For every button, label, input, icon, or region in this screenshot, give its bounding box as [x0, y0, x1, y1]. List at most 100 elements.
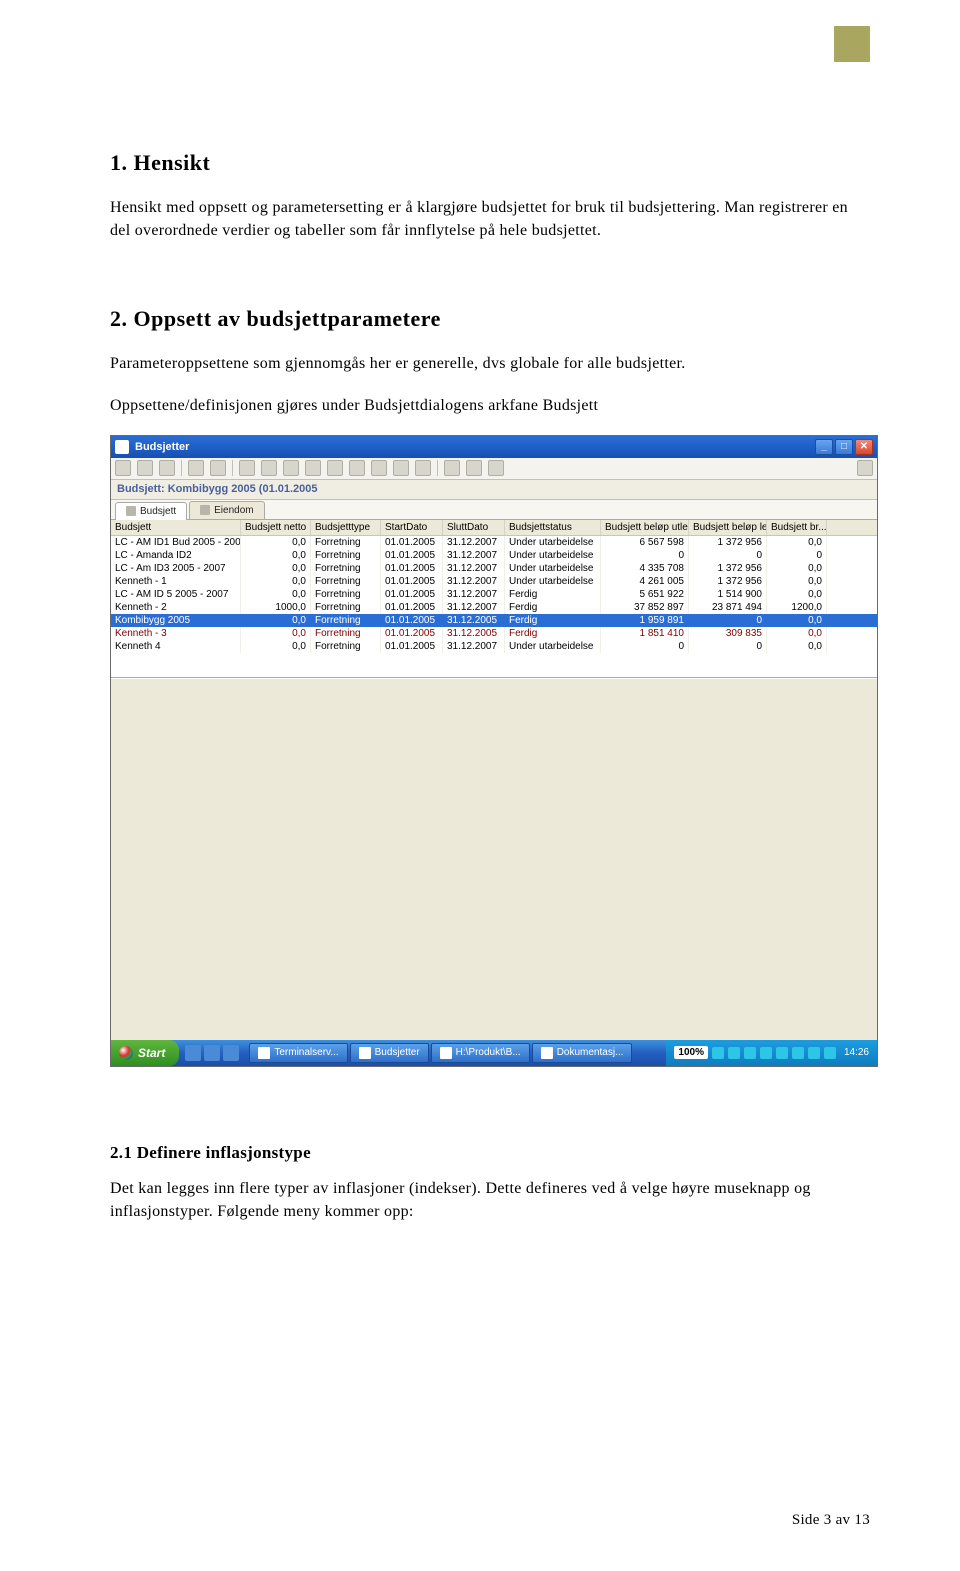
empty-pane — [111, 678, 877, 1040]
table-cell: 01.01.2005 — [381, 575, 443, 588]
table-row[interactable]: Kenneth - 10,0Forretning01.01.200531.12.… — [111, 575, 877, 588]
toolbar-icon[interactable] — [283, 460, 299, 476]
toolbar-icon[interactable] — [305, 460, 321, 476]
table-cell: 01.01.2005 — [381, 588, 443, 601]
toolbar-icon[interactable] — [327, 460, 343, 476]
col-header[interactable]: StartDato — [381, 520, 443, 535]
toolbar-icon[interactable] — [393, 460, 409, 476]
table-cell: Forretning — [311, 549, 381, 562]
windows-logo-icon — [119, 1046, 133, 1060]
table-cell: 0 — [601, 549, 689, 562]
toolbar-icon[interactable] — [349, 460, 365, 476]
table-row[interactable]: LC - AM ID 5 2005 - 20070,0Forretning01.… — [111, 588, 877, 601]
toolbar-icon[interactable] — [488, 460, 504, 476]
table-cell: Forretning — [311, 627, 381, 640]
table-cell: Ferdig — [505, 588, 601, 601]
table-cell: 1 514 900 — [689, 588, 767, 601]
task-icon — [541, 1047, 553, 1059]
toolbar-icon[interactable] — [210, 460, 226, 476]
close-button[interactable]: ✕ — [855, 439, 873, 455]
zoom-badge[interactable]: 100% — [674, 1046, 708, 1059]
toolbar-icon[interactable] — [137, 460, 153, 476]
toolbar-icon[interactable] — [261, 460, 277, 476]
toolbar-icon[interactable] — [466, 460, 482, 476]
minimize-button[interactable]: _ — [815, 439, 833, 455]
table-cell: 01.01.2005 — [381, 549, 443, 562]
tray-icon[interactable] — [712, 1047, 724, 1059]
col-header[interactable]: Budsjett br... — [767, 520, 827, 535]
tab-budsjett[interactable]: Budsjett — [115, 502, 187, 520]
tab-eiendom[interactable]: Eiendom — [189, 501, 264, 519]
toolbar-icon[interactable] — [239, 460, 255, 476]
table-cell: 6 567 598 — [601, 536, 689, 549]
table-cell: 1200,0 — [767, 601, 827, 614]
table-cell: 0,0 — [241, 588, 311, 601]
tray-icon[interactable] — [776, 1047, 788, 1059]
toolbar-icon[interactable] — [444, 460, 460, 476]
task-button[interactable]: Budsjetter — [350, 1043, 429, 1063]
table-cell: 23 871 494 — [689, 601, 767, 614]
tray-icon[interactable] — [792, 1047, 804, 1059]
tray-icon[interactable] — [824, 1047, 836, 1059]
table-row[interactable]: Kombibygg 20050,0Forretning01.01.200531.… — [111, 614, 877, 627]
table-cell: Forretning — [311, 562, 381, 575]
table-row[interactable]: Kenneth 40,0Forretning01.01.200531.12.20… — [111, 640, 877, 653]
table-cell: Under utarbeidelse — [505, 536, 601, 549]
quicklaunch-icon[interactable] — [223, 1045, 239, 1061]
table-row[interactable]: LC - Amanda ID20,0Forretning01.01.200531… — [111, 549, 877, 562]
col-header[interactable]: Budsjetttype — [311, 520, 381, 535]
toolbar-icon[interactable] — [857, 460, 873, 476]
table-cell: 1 372 956 — [689, 575, 767, 588]
table-cell: Ferdig — [505, 627, 601, 640]
toolbar-icon[interactable] — [115, 460, 131, 476]
task-button[interactable]: Dokumentasj... — [532, 1043, 633, 1063]
paragraph-2-1-1: Det kan legges inn flere typer av inflas… — [110, 1177, 870, 1223]
window-title: Budsjetter — [135, 441, 189, 453]
paragraph-1-1: Hensikt med oppsett og parametersetting … — [110, 196, 870, 242]
col-header[interactable]: Budsjett — [111, 520, 241, 535]
task-button[interactable]: Terminalserv... — [249, 1043, 347, 1063]
window-titlebar[interactable]: Budsjetter _ □ ✕ — [111, 436, 877, 458]
tray-icon[interactable] — [744, 1047, 756, 1059]
table-cell: LC - Am ID3 2005 - 2007 — [111, 562, 241, 575]
tray-icon[interactable] — [760, 1047, 772, 1059]
table-row[interactable]: Kenneth - 21000,0Forretning01.01.200531.… — [111, 601, 877, 614]
toolbar-icon[interactable] — [415, 460, 431, 476]
table-cell: 1 372 956 — [689, 536, 767, 549]
col-header[interactable]: Budsjettstatus — [505, 520, 601, 535]
table-cell: 0,0 — [241, 575, 311, 588]
quicklaunch-icon[interactable] — [204, 1045, 220, 1061]
maximize-button[interactable]: □ — [835, 439, 853, 455]
table-cell: 0,0 — [241, 549, 311, 562]
start-button[interactable]: Start — [111, 1040, 179, 1066]
table-cell: 31.12.2007 — [443, 549, 505, 562]
table-cell: Kenneth - 2 — [111, 601, 241, 614]
paragraph-2-1: Parameteroppsettene som gjennomgås her e… — [110, 352, 870, 375]
table-cell: 31.12.2005 — [443, 627, 505, 640]
col-header[interactable]: SluttDato — [443, 520, 505, 535]
table-cell: 0,0 — [241, 536, 311, 549]
table-row[interactable]: LC - AM ID1 Bud 2005 - 20070,0Forretning… — [111, 536, 877, 549]
col-header[interactable]: Budsjett netto — [241, 520, 311, 535]
toolbar-icon[interactable] — [188, 460, 204, 476]
tray-icon[interactable] — [808, 1047, 820, 1059]
table-row[interactable]: LC - Am ID3 2005 - 20070,0Forretning01.0… — [111, 562, 877, 575]
data-grid[interactable]: Budsjett Budsjett netto Budsjetttype Sta… — [111, 520, 877, 678]
task-button[interactable]: H:\Produkt\B... — [431, 1043, 530, 1063]
tray-icon[interactable] — [728, 1047, 740, 1059]
tab-icon — [200, 505, 210, 515]
toolbar-icon[interactable] — [371, 460, 387, 476]
toolbar-icon[interactable] — [159, 460, 175, 476]
quicklaunch-icon[interactable] — [185, 1045, 201, 1061]
table-cell: 1 959 891 — [601, 614, 689, 627]
toolbar — [111, 458, 877, 480]
table-cell: 4 335 708 — [601, 562, 689, 575]
col-header[interactable]: Budsjett beløp le.. — [689, 520, 767, 535]
page-footer: Side 3 av 13 — [792, 1512, 870, 1529]
col-header[interactable]: Budsjett beløp utleid — [601, 520, 689, 535]
table-cell: Under utarbeidelse — [505, 640, 601, 653]
table-cell: 01.01.2005 — [381, 614, 443, 627]
table-cell: 0,0 — [241, 614, 311, 627]
table-row[interactable]: Kenneth - 30,0Forretning01.01.200531.12.… — [111, 627, 877, 640]
table-cell: Forretning — [311, 588, 381, 601]
